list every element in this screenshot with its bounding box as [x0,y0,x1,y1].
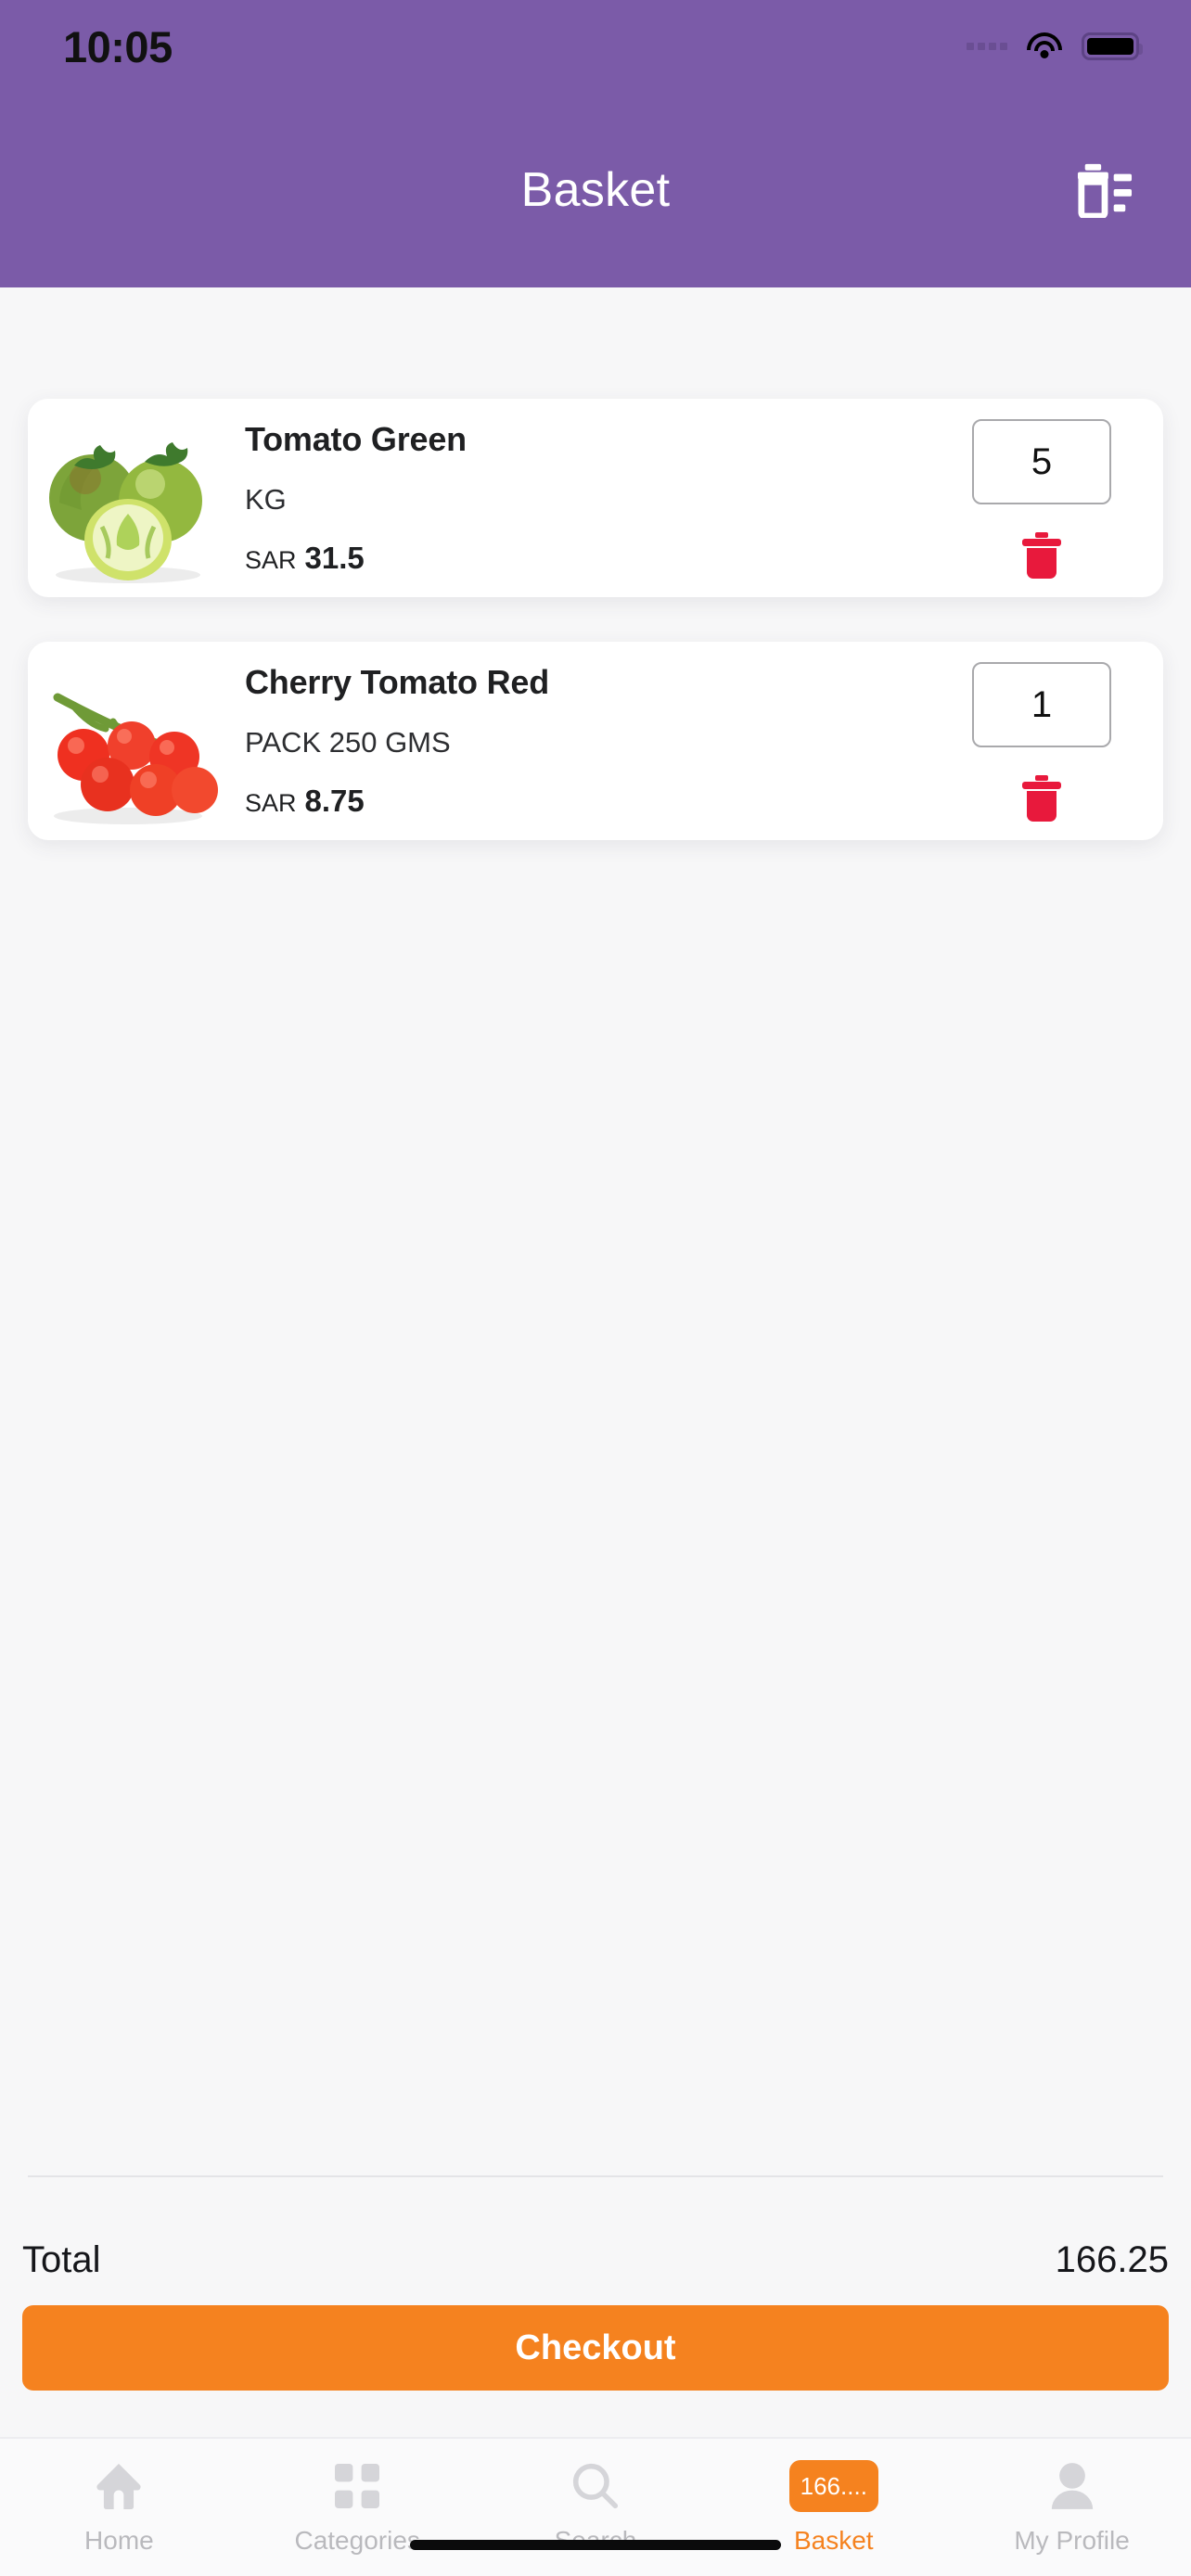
basket-item-controls: 5 [944,399,1139,597]
app-header: 10:05 Basket [0,0,1191,287]
tab-label: My Profile [1014,2526,1130,2555]
tab-label: Categories [294,2526,420,2555]
basket-item-row[interactable]: Cherry Tomato Red PACK 250 GMS SAR 8.75 … [28,642,1163,840]
trash-icon[interactable] [1015,529,1069,582]
checkout-area: Checkout [0,2294,1191,2391]
tab-home[interactable]: Home [0,2459,238,2556]
total-row: Total 166.25 [0,2177,1191,2294]
trash-icon[interactable] [1015,772,1069,825]
quantity-stepper[interactable]: 5 [972,419,1111,504]
header-title-row: Basket [0,93,1191,287]
tab-label: Basket [793,2526,874,2555]
basket-count-badge: 166.... [788,2460,878,2512]
status-bar: 10:05 [0,0,1191,93]
app-screen: 10:05 Basket Tomato Green KG SAR 31.5 5 … [0,0,1191,2576]
battery-full-icon [1082,32,1143,60]
product-price: SAR 31.5 [245,541,944,576]
price-amount: 31.5 [304,541,365,575]
home-icon [96,2459,142,2513]
page-title: Basket [520,163,671,217]
basket-items-list: Tomato Green KG SAR 31.5 5 Cherry Tomato… [0,287,1191,2175]
status-bar-indicators [967,32,1143,60]
red-cherry-tomatoes-image [35,653,221,829]
price-currency: SAR [245,546,297,574]
home-indicator [410,2540,781,2550]
tab-label: Home [84,2526,154,2555]
product-unit: KG [245,483,287,516]
search-icon [572,2459,619,2513]
basket-item-row[interactable]: Tomato Green KG SAR 31.5 5 [28,399,1163,597]
quantity-stepper[interactable]: 1 [972,662,1111,747]
product-unit: PACK 250 GMS [245,726,451,759]
status-bar-clock: 10:05 [63,21,173,71]
product-name: Cherry Tomato Red [245,663,549,701]
basket-item-controls: 1 [944,642,1139,840]
basket-item-info: Cherry Tomato Red PACK 250 GMS SAR 8.75 [221,663,944,819]
basket-item-info: Tomato Green KG SAR 31.5 [221,420,944,576]
person-icon [1050,2459,1095,2513]
basket-badge: 166.... [788,2459,878,2513]
tab-my-profile[interactable]: My Profile [953,2459,1191,2556]
green-tomatoes-image [35,410,221,586]
total-label: Total [22,2238,101,2280]
signal-dots-icon [967,43,1007,50]
bottom-tab-bar: Home Categories Search [0,2437,1191,2576]
checkout-button[interactable]: Checkout [22,2305,1169,2391]
price-currency: SAR [245,789,297,817]
grid-icon [335,2459,380,2513]
price-amount: 8.75 [304,784,365,818]
total-value: 166.25 [1055,2238,1169,2280]
product-name: Tomato Green [245,420,467,458]
wifi-icon [1026,32,1063,60]
clear-list-trash-icon[interactable] [1067,153,1143,227]
product-price: SAR 8.75 [245,784,944,819]
